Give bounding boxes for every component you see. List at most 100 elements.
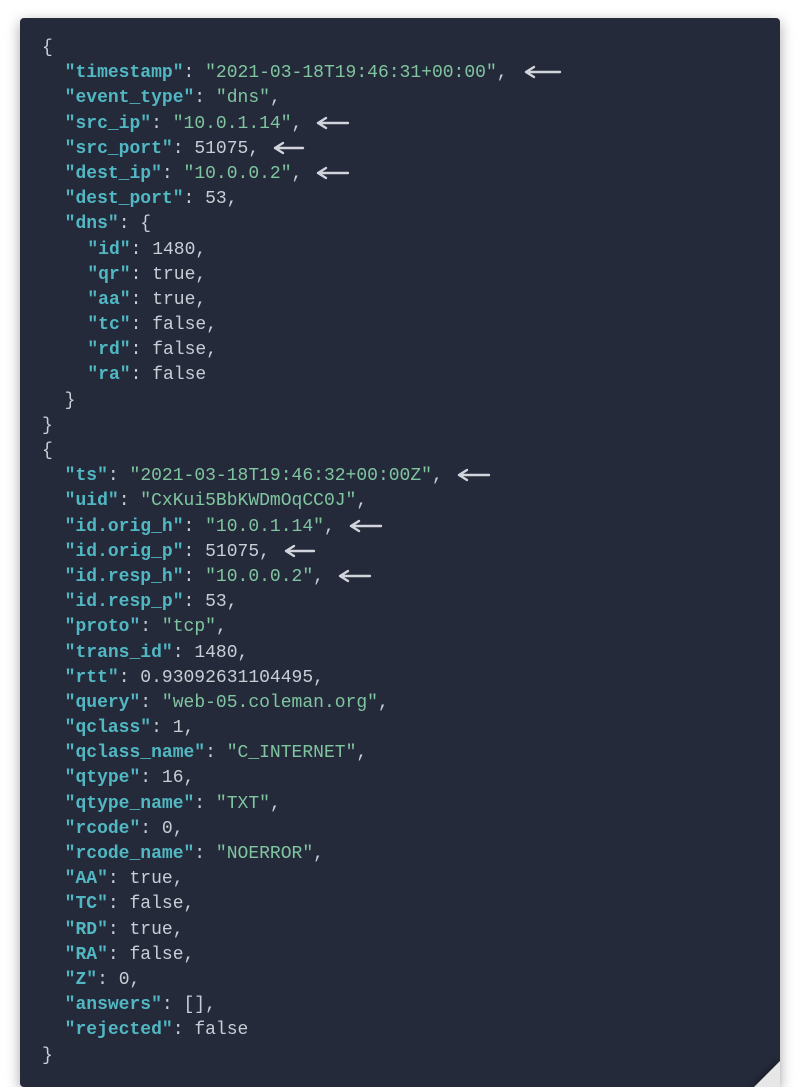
value: dns [227, 88, 259, 108]
arrow-annotation-icon [516, 64, 562, 80]
value: true [130, 920, 173, 940]
value: false [152, 340, 206, 360]
arrow-annotation-icon [267, 140, 305, 156]
value: 10.0.1.14 [184, 114, 281, 134]
arrow-annotation-icon [451, 467, 491, 483]
field-dest-port: "dest_port": 53, [42, 187, 770, 212]
key: "tc" [87, 315, 130, 335]
value: 16 [162, 768, 184, 788]
field-z: "Z": 0, [42, 968, 770, 993]
field-event-type: "event_type": "dns", [42, 86, 770, 111]
key: "ra" [87, 365, 130, 385]
value: 51075 [194, 139, 248, 159]
field-id-resp-h: "id.resp_h": "10.0.0.2", [42, 565, 770, 590]
key: "src_port" [65, 139, 173, 159]
brace-close: } [42, 389, 770, 414]
key: "event_type" [65, 88, 195, 108]
field-qtype: "qtype": 16, [42, 766, 770, 791]
value: false [194, 1020, 248, 1040]
value: 10.0.0.2 [216, 567, 302, 587]
field-uid: "uid": "CxKui5BbKWDmOqCC0J", [42, 489, 770, 514]
value: true [130, 869, 173, 889]
key: "answers" [65, 995, 162, 1015]
key: "qclass" [65, 718, 151, 738]
arrow-annotation-icon [278, 543, 316, 559]
brace-open: { [42, 439, 770, 464]
key: "qtype" [65, 768, 141, 788]
field-aa: "AA": true, [42, 867, 770, 892]
field-rejected: "rejected": false [42, 1018, 770, 1043]
value: tcp [173, 617, 205, 637]
field-query: "query": "web-05.coleman.org", [42, 691, 770, 716]
key: "ts" [65, 466, 108, 486]
value: 2021-03-18T19:46:32+00:00Z [140, 466, 421, 486]
field-id-resp-p: "id.resp_p": 53, [42, 590, 770, 615]
value: false [152, 365, 206, 385]
value: 0 [119, 970, 130, 990]
value: 51075 [205, 542, 259, 562]
field-rd: "RD": true, [42, 918, 770, 943]
field-dns-id: "id": 1480, [42, 238, 770, 263]
value: TXT [227, 794, 259, 814]
field-dns-qr: "qr": true, [42, 263, 770, 288]
field-qclass-name: "qclass_name": "C_INTERNET", [42, 741, 770, 766]
value: 10.0.1.14 [216, 517, 313, 537]
key: "id" [87, 240, 130, 260]
field-src-ip: "src_ip": "10.0.1.14", [42, 112, 770, 137]
field-dns-rd: "rd": false, [42, 338, 770, 363]
key: "rejected" [65, 1020, 173, 1040]
key: "aa" [87, 290, 130, 310]
value: false [130, 945, 184, 965]
field-dns-ra: "ra": false [42, 363, 770, 388]
key: "RA" [65, 945, 108, 965]
key: "dest_port" [65, 189, 184, 209]
key: "id.resp_h" [65, 567, 184, 587]
field-answers: "answers": [], [42, 993, 770, 1018]
field-rcode-name: "rcode_name": "NOERROR", [42, 842, 770, 867]
key: "TC" [65, 894, 108, 914]
key: "RD" [65, 920, 108, 940]
field-rtt: "rtt": 0.93092631104495, [42, 666, 770, 691]
code-block: { "timestamp": "2021-03-18T19:46:31+00:0… [20, 18, 780, 1087]
field-qclass: "qclass": 1, [42, 716, 770, 741]
field-ra: "RA": false, [42, 943, 770, 968]
value: web-05.coleman.org [173, 693, 367, 713]
field-qtype-name: "qtype_name": "TXT", [42, 792, 770, 817]
brace-close: } [42, 1044, 770, 1069]
key: "qclass_name" [65, 743, 205, 763]
value: 1480 [194, 643, 237, 663]
value: 53 [205, 592, 227, 612]
value: 2021-03-18T19:46:31+00:00 [216, 63, 486, 83]
arrow-annotation-icon [310, 165, 350, 181]
value: NOERROR [227, 844, 303, 864]
field-trans-id: "trans_id": 1480, [42, 641, 770, 666]
key: "qr" [87, 265, 130, 285]
brace-open: { [42, 36, 770, 61]
field-dns: "dns": { [42, 212, 770, 237]
key: "src_ip" [65, 114, 151, 134]
field-id-orig-p: "id.orig_p": 51075, [42, 540, 770, 565]
arrow-annotation-icon [310, 115, 350, 131]
key: "timestamp" [65, 63, 184, 83]
value: 53 [205, 189, 227, 209]
key: "rtt" [65, 668, 119, 688]
key: "Z" [65, 970, 97, 990]
field-ts: "ts": "2021-03-18T19:46:32+00:00Z", [42, 464, 770, 489]
key: "uid" [65, 491, 119, 511]
key: "id.orig_p" [65, 542, 184, 562]
field-dns-tc: "tc": false, [42, 313, 770, 338]
field-id-orig-h: "id.orig_h": "10.0.1.14", [42, 515, 770, 540]
field-src-port: "src_port": 51075, [42, 137, 770, 162]
key: "dns" [65, 214, 119, 234]
value: false [130, 894, 184, 914]
value: false [152, 315, 206, 335]
key: "id.orig_h" [65, 517, 184, 537]
field-rcode: "rcode": 0, [42, 817, 770, 842]
value: true [152, 290, 195, 310]
key: "rd" [87, 340, 130, 360]
field-tc: "TC": false, [42, 892, 770, 917]
value: 1480 [152, 240, 195, 260]
key: "proto" [65, 617, 141, 637]
value: CxKui5BbKWDmOqCC0J [151, 491, 345, 511]
key: "id.resp_p" [65, 592, 184, 612]
